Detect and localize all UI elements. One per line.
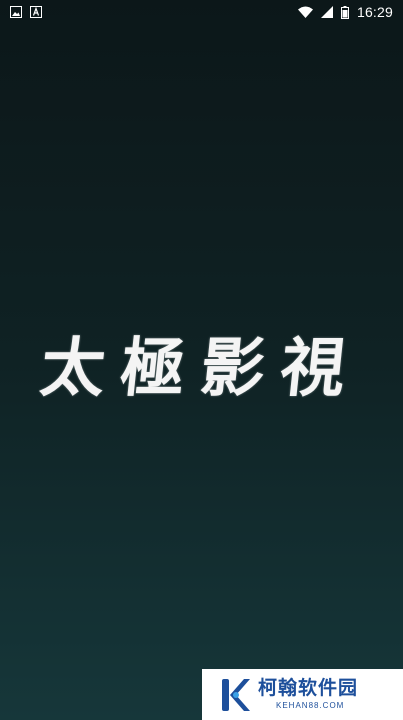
- status-bar-left: [10, 6, 42, 18]
- status-bar: 16:29: [0, 0, 403, 24]
- text-icon: [30, 6, 42, 18]
- wifi-icon: [297, 6, 313, 18]
- watermark-text: 柯翰软件园 KEHAN88.COM: [258, 679, 358, 710]
- status-time: 16:29: [356, 4, 393, 20]
- k-logo-icon: [220, 677, 250, 713]
- watermark-url: KEHAN88.COM: [276, 701, 345, 710]
- watermark: 柯翰软件园 KEHAN88.COM: [202, 669, 403, 720]
- signal-icon: [320, 6, 333, 18]
- status-bar-right: 16:29: [297, 4, 393, 20]
- image-icon: [10, 6, 22, 18]
- battery-icon: [340, 5, 349, 19]
- watermark-name: 柯翰软件园: [258, 677, 359, 699]
- app-title: 太極影視: [36, 331, 365, 406]
